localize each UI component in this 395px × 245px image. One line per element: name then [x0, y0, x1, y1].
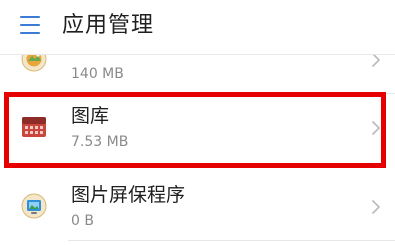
chevron-right-icon — [371, 120, 381, 136]
screensaver-icon — [21, 193, 47, 219]
app-size: 7.53 MB — [71, 134, 129, 150]
app-row-gallery[interactable]: 图库 7.53 MB — [0, 94, 395, 162]
app-header: 应用管理 — [0, 0, 395, 55]
hamburger-menu-icon[interactable] — [20, 16, 40, 34]
row-divider — [68, 240, 395, 241]
chevron-right-icon — [371, 199, 381, 215]
app-row-screensaver[interactable]: 图片屏保程序 0 B — [0, 173, 395, 241]
app-name: 图库 — [71, 105, 110, 127]
app-size: 0 B — [71, 213, 94, 229]
page-title: 应用管理 — [62, 13, 155, 38]
app-name: 图片屏保程序 — [71, 184, 186, 206]
app-size: 140 MB — [71, 66, 124, 82]
gallery-icon — [21, 114, 47, 140]
